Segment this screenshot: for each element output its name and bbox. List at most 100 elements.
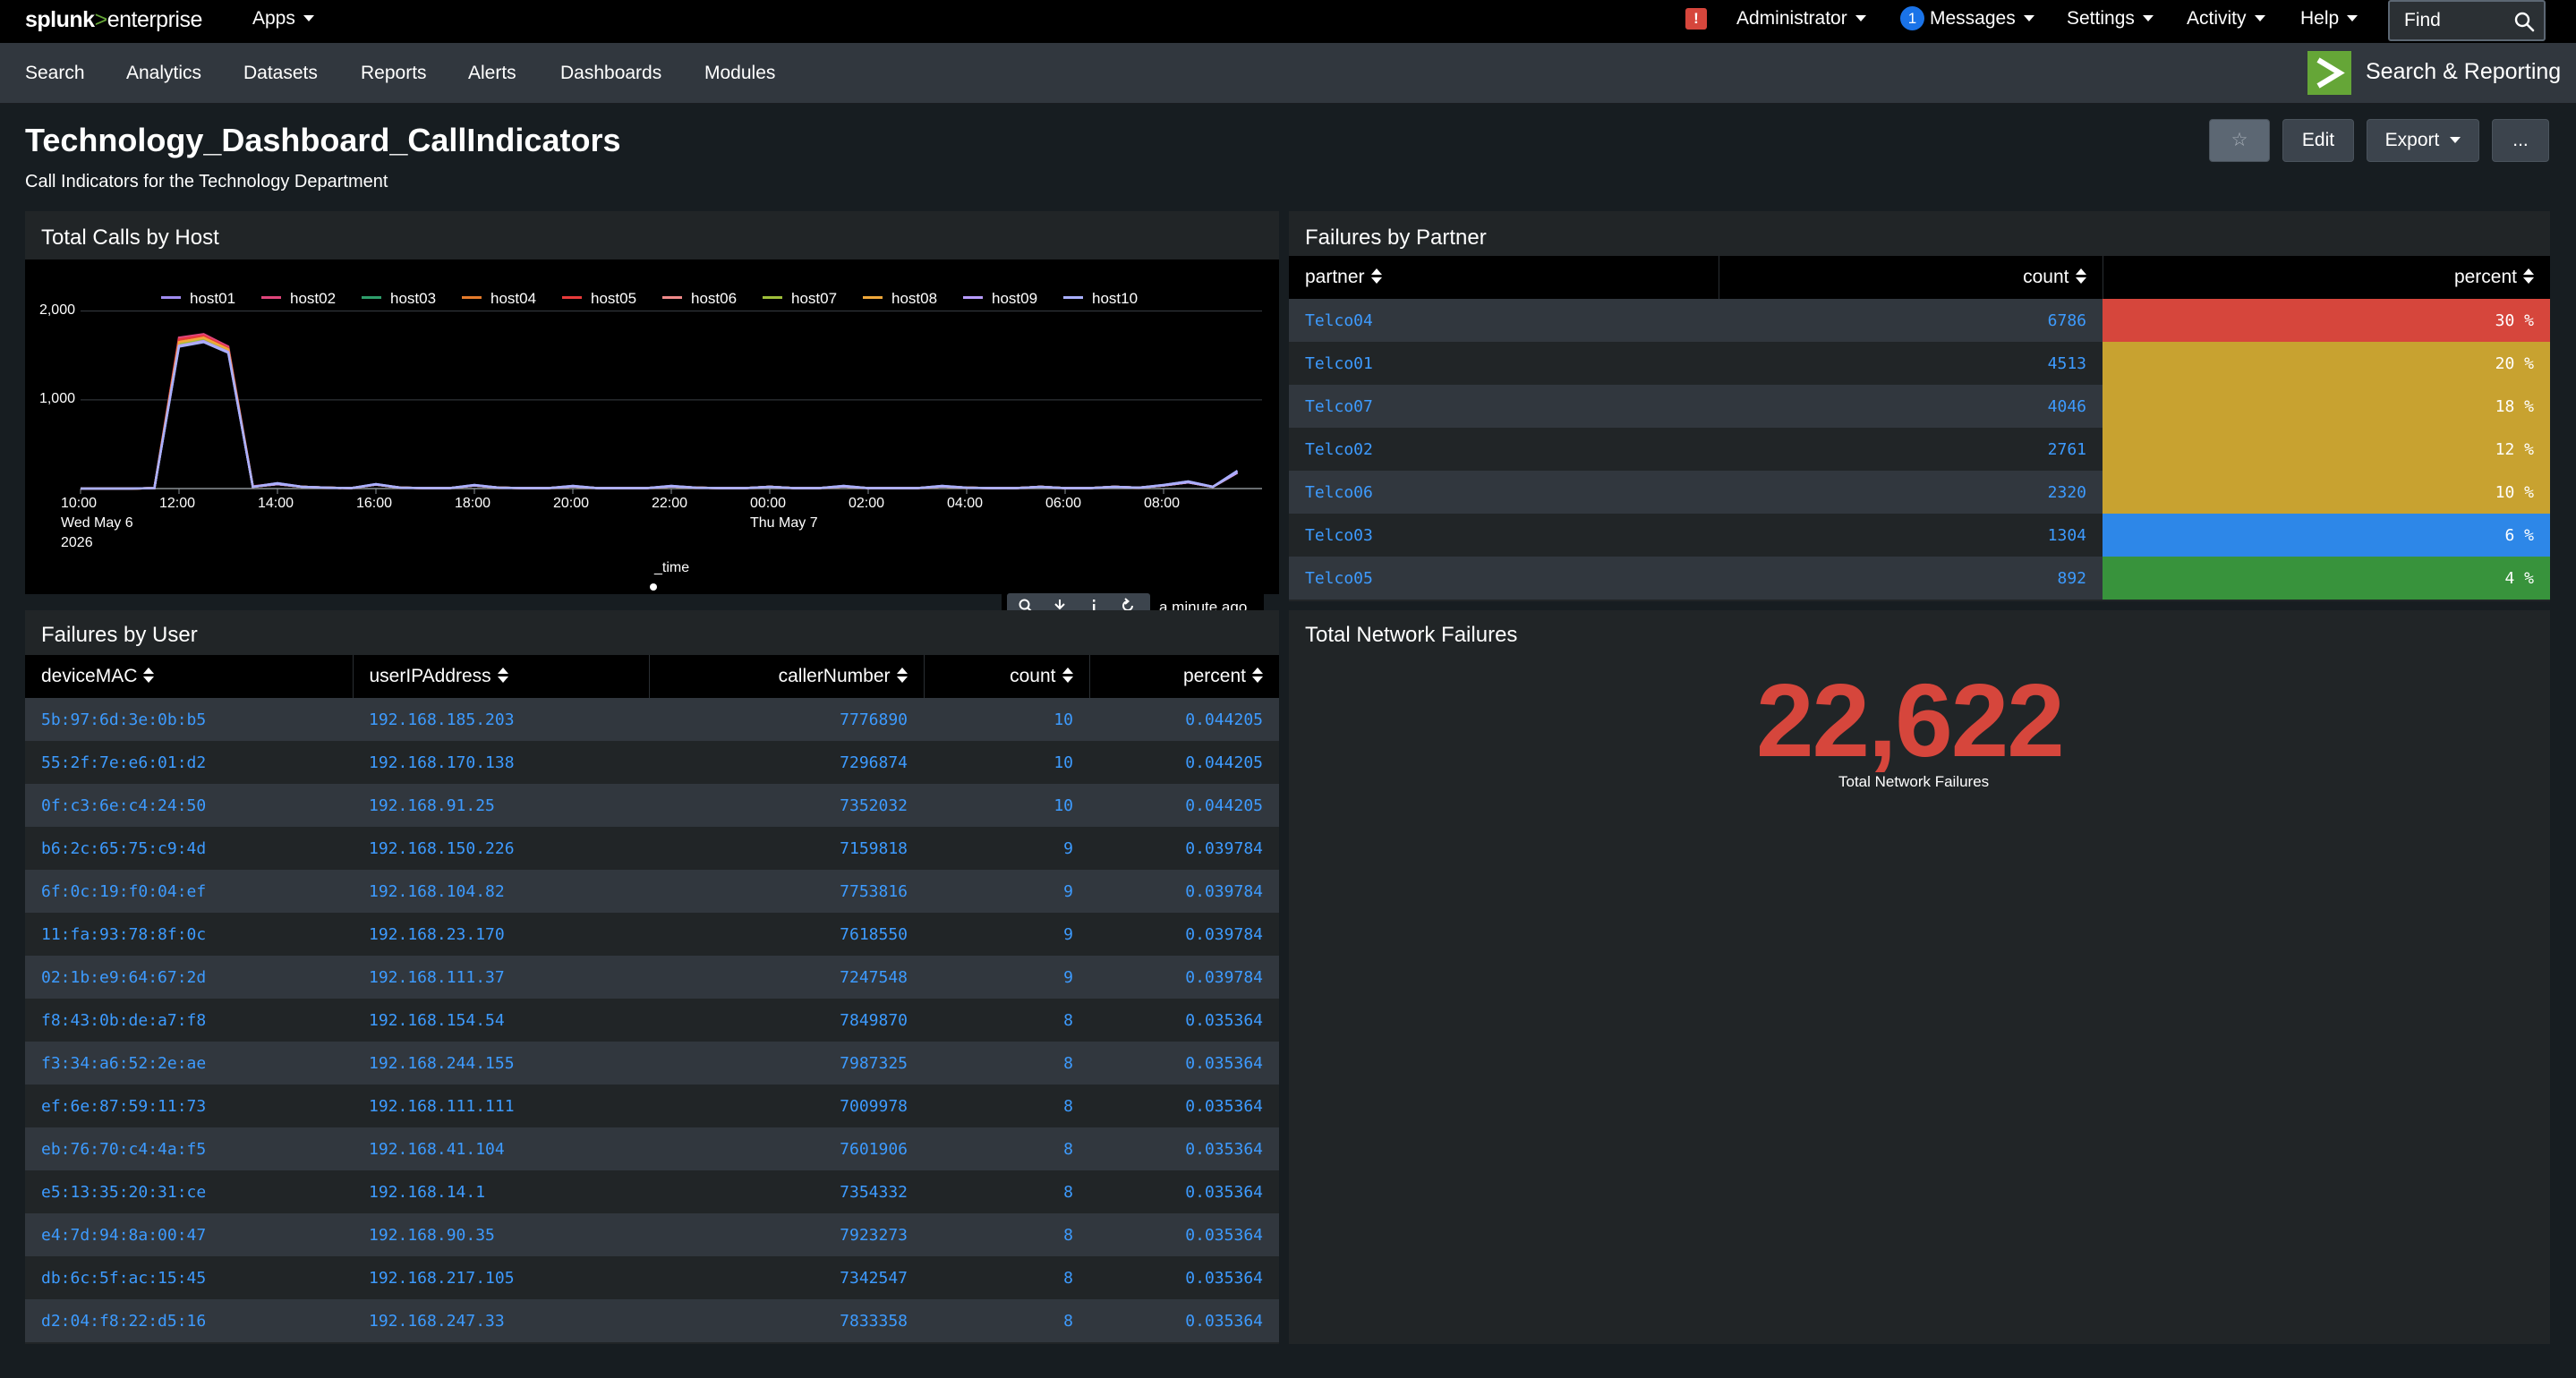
cell-count[interactable]: 8 <box>924 1127 1089 1170</box>
cell-callernumber[interactable]: 7296874 <box>649 741 924 784</box>
table-row[interactable]: Telco03 1304 6 % <box>1289 514 2550 557</box>
cell-partner[interactable]: Telco02 <box>1289 428 1719 471</box>
column-header-partner[interactable]: partner <box>1289 256 1719 299</box>
cell-devicemac[interactable]: 02:1b:e9:64:67:2d <box>25 956 353 999</box>
cell-callernumber[interactable]: 7342547 <box>649 1256 924 1299</box>
series-line-host02[interactable] <box>81 333 1239 490</box>
cell-devicemac[interactable]: d2:04:f8:22:d5:16 <box>25 1299 353 1342</box>
cell-devicemac[interactable]: f8:43:0b:de:a7:f8 <box>25 999 353 1042</box>
series-line-host08[interactable] <box>81 336 1239 490</box>
cell-useripaddress[interactable]: 192.168.244.155 <box>353 1042 649 1085</box>
cell-callernumber[interactable]: 7009978 <box>649 1085 924 1127</box>
cell-percent[interactable]: 18 % <box>2103 385 2550 428</box>
cell-devicemac[interactable]: e4:7d:94:8a:00:47 <box>25 1213 353 1256</box>
cell-count[interactable]: 9 <box>924 870 1089 913</box>
table-row[interactable]: Telco02 2761 12 % <box>1289 428 2550 471</box>
cell-percent[interactable]: 0.044205 <box>1089 784 1279 827</box>
cell-callernumber[interactable]: 7247548 <box>649 956 924 999</box>
cell-percent[interactable]: 0.035364 <box>1089 1299 1279 1342</box>
table-row[interactable]: Telco06 2320 10 % <box>1289 471 2550 514</box>
cell-callernumber[interactable]: 7987325 <box>649 1042 924 1085</box>
single-value[interactable]: 22,622 <box>1756 660 2065 780</box>
table-row[interactable]: eb:76:70:c4:4a:f5 192.168.41.104 7601906 8 0… <box>25 1127 1279 1170</box>
cell-partner[interactable]: Telco07 <box>1289 385 1719 428</box>
table-row[interactable]: e4:7d:94:8a:00:47 192.168.90.35 7923273 8 0.… <box>25 1213 1279 1256</box>
cell-count[interactable]: 4513 <box>1719 342 2103 385</box>
export-button[interactable]: Export <box>2367 119 2479 162</box>
table-row[interactable]: e5:13:35:20:31:ce 192.168.14.1 7354332 8 0.0… <box>25 1170 1279 1213</box>
activity-menu[interactable]: Activity <box>2187 0 2265 39</box>
cell-count[interactable]: 8 <box>924 1170 1089 1213</box>
cell-useripaddress[interactable]: 192.168.104.82 <box>353 870 649 913</box>
table-row[interactable]: Telco04 6786 30 % <box>1289 299 2550 342</box>
cell-useripaddress[interactable]: 192.168.23.170 <box>353 913 649 956</box>
cell-count[interactable]: 10 <box>924 784 1089 827</box>
cell-count[interactable]: 4046 <box>1719 385 2103 428</box>
cell-percent[interactable]: 0.035364 <box>1089 999 1279 1042</box>
app-logo-icon[interactable] <box>2307 51 2351 95</box>
cell-count[interactable]: 8 <box>924 1213 1089 1256</box>
app-title[interactable]: Search & Reporting <box>2366 59 2561 85</box>
nav-datasets[interactable]: Datasets <box>243 63 318 84</box>
cell-devicemac[interactable]: db:6c:5f:ac:15:45 <box>25 1256 353 1299</box>
table-row[interactable]: 02:1b:e9:64:67:2d 192.168.111.37 7247548 9 0… <box>25 956 1279 999</box>
table-row[interactable]: b6:2c:65:75:c9:4d 192.168.150.226 7159818 9… <box>25 827 1279 870</box>
cell-devicemac[interactable]: ef:6e:87:59:11:73 <box>25 1085 353 1127</box>
cell-callernumber[interactable]: 7753816 <box>649 870 924 913</box>
cell-partner[interactable]: Telco06 <box>1289 471 1719 514</box>
cell-percent[interactable]: 6 % <box>2103 514 2550 557</box>
cell-useripaddress[interactable]: 192.168.150.226 <box>353 827 649 870</box>
cell-useripaddress[interactable]: 192.168.185.203 <box>353 698 649 741</box>
cell-count[interactable]: 9 <box>924 827 1089 870</box>
series-line-host09[interactable] <box>81 340 1239 490</box>
table-row[interactable]: 55:2f:7e:e6:01:d2 192.168.170.138 7296874 1… <box>25 741 1279 784</box>
table-row[interactable]: Telco07 4046 18 % <box>1289 385 2550 428</box>
cell-percent[interactable]: 4 % <box>2103 557 2550 600</box>
cell-partner[interactable]: Telco03 <box>1289 514 1719 557</box>
cell-callernumber[interactable]: 7923273 <box>649 1213 924 1256</box>
cell-devicemac[interactable]: eb:76:70:c4:4a:f5 <box>25 1127 353 1170</box>
series-line-host07[interactable] <box>81 337 1239 490</box>
series-line-host06[interactable] <box>81 336 1239 490</box>
table-row[interactable]: f3:34:a6:52:2e:ae 192.168.244.155 7987325 8… <box>25 1042 1279 1085</box>
cell-devicemac[interactable]: 5b:97:6d:3e:0b:b5 <box>25 698 353 741</box>
series-line-host01[interactable] <box>81 338 1239 490</box>
nav-search[interactable]: Search <box>25 63 85 84</box>
cell-count[interactable]: 10 <box>924 698 1089 741</box>
table-row[interactable]: 0f:c3:6e:c4:24:50 192.168.91.25 7352032 10 0… <box>25 784 1279 827</box>
column-header-callernumber[interactable]: callerNumber <box>649 655 925 698</box>
splunk-logo[interactable]: splunk>enterprise <box>25 7 202 32</box>
column-header-count[interactable]: count <box>924 655 1090 698</box>
table-row[interactable]: 6f:0c:19:f0:04:ef 192.168.104.82 7753816 9 0… <box>25 870 1279 913</box>
cell-percent[interactable]: 0.035364 <box>1089 1085 1279 1127</box>
cell-callernumber[interactable]: 7849870 <box>649 999 924 1042</box>
cell-partner[interactable]: Telco05 <box>1289 557 1719 600</box>
nav-reports[interactable]: Reports <box>361 63 427 84</box>
chart-pan-handle[interactable] <box>650 583 657 591</box>
cell-useripaddress[interactable]: 192.168.247.33 <box>353 1299 649 1342</box>
cell-percent[interactable]: 10 % <box>2103 471 2550 514</box>
cell-count[interactable]: 892 <box>1719 557 2103 600</box>
cell-callernumber[interactable]: 7352032 <box>649 784 924 827</box>
settings-menu[interactable]: Settings <box>2067 0 2154 39</box>
cell-percent[interactable]: 0.035364 <box>1089 1256 1279 1299</box>
cell-devicemac[interactable]: f3:34:a6:52:2e:ae <box>25 1042 353 1085</box>
cell-useripaddress[interactable]: 192.168.91.25 <box>353 784 649 827</box>
nav-modules[interactable]: Modules <box>704 63 775 84</box>
cell-devicemac[interactable]: 55:2f:7e:e6:01:d2 <box>25 741 353 784</box>
cell-percent[interactable]: 0.039784 <box>1089 827 1279 870</box>
column-header-useripaddress[interactable]: userIPAddress <box>353 655 650 698</box>
cell-percent[interactable]: 20 % <box>2103 342 2550 385</box>
messages-menu[interactable]: 1 Messages <box>1900 0 2034 39</box>
nav-alerts[interactable]: Alerts <box>468 63 516 84</box>
table-row[interactable]: 5b:97:6d:3e:0b:b5 192.168.185.203 7776890 1… <box>25 698 1279 741</box>
series-line-host05[interactable] <box>81 335 1239 490</box>
cell-percent[interactable]: 0.035364 <box>1089 1042 1279 1085</box>
table-row[interactable]: f8:43:0b:de:a7:f8 192.168.154.54 7849870 8 0… <box>25 999 1279 1042</box>
cell-percent[interactable]: 30 % <box>2103 299 2550 342</box>
cell-callernumber[interactable]: 7601906 <box>649 1127 924 1170</box>
find-input[interactable] <box>2390 2 2506 39</box>
column-header-percent[interactable]: percent <box>2103 256 2550 299</box>
cell-percent[interactable]: 0.039784 <box>1089 913 1279 956</box>
cell-count[interactable]: 9 <box>924 956 1089 999</box>
